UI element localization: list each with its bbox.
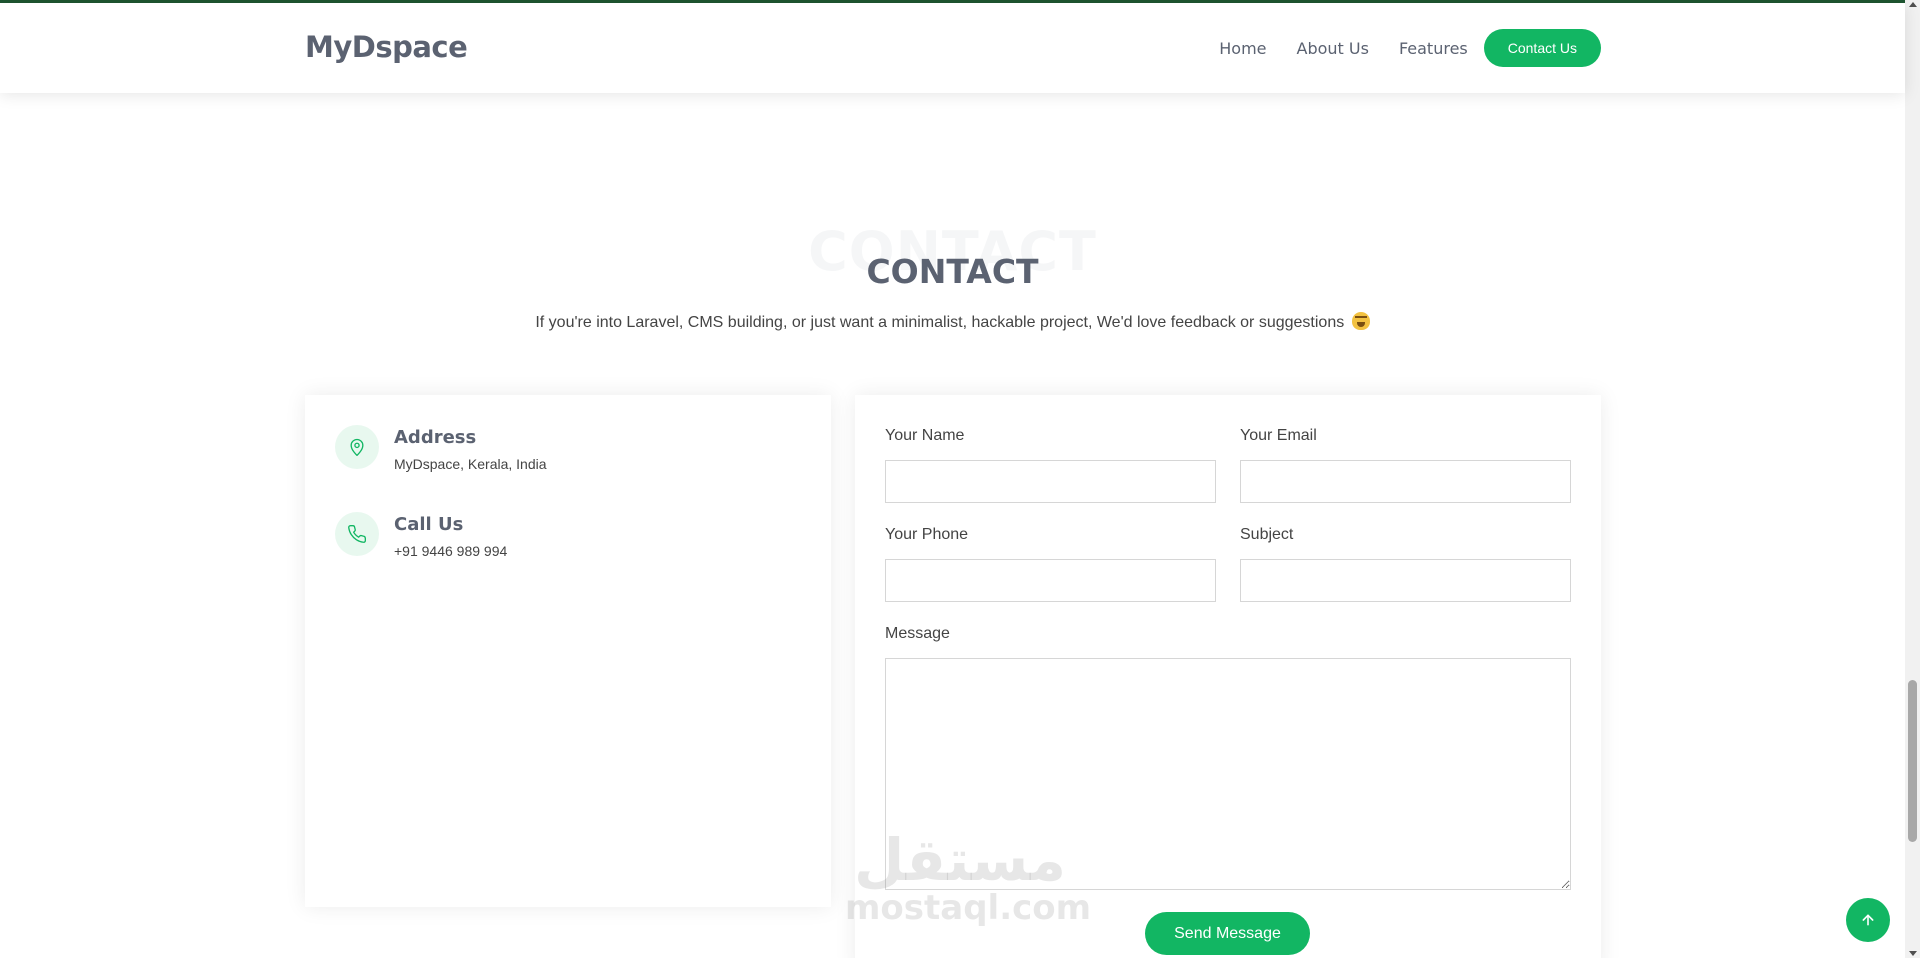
message-textarea[interactable] bbox=[885, 658, 1571, 890]
subject-label: Subject bbox=[1240, 526, 1294, 543]
subject-input[interactable] bbox=[1240, 559, 1571, 602]
email-label: Your Email bbox=[1240, 427, 1317, 444]
section-title-text: CONTACT bbox=[866, 252, 1039, 291]
contact-us-button[interactable]: Contact Us bbox=[1483, 29, 1601, 67]
scroll-down-arrow-icon[interactable] bbox=[1909, 951, 1917, 956]
nav-link-features[interactable]: Features bbox=[1399, 39, 1468, 58]
send-message-button[interactable]: Send Message bbox=[1145, 912, 1310, 955]
scroll-up-arrow-icon[interactable] bbox=[1909, 2, 1917, 7]
call-info: Call Us +91 9446 989 994 bbox=[335, 512, 507, 559]
site-header: MyDspace Home About Us Features Contact … bbox=[0, 3, 1905, 93]
nav-link-home[interactable]: Home bbox=[1219, 39, 1266, 58]
name-field: Your Name bbox=[885, 427, 1216, 503]
site-logo[interactable]: MyDspace bbox=[305, 30, 468, 64]
hugging-face-emoji-icon bbox=[1351, 312, 1370, 330]
message-label: Message bbox=[885, 625, 950, 642]
section-subtitle-text: If you're into Laravel, CMS building, or… bbox=[535, 314, 1345, 331]
section-subtitle: If you're into Laravel, CMS building, or… bbox=[0, 312, 1905, 332]
arrow-up-icon bbox=[1862, 914, 1874, 926]
phone-field: Your Phone bbox=[885, 526, 1216, 602]
contact-form: Your Name Your Email Your Phone Subject … bbox=[855, 395, 1601, 958]
address-info: Address MyDspace, Kerala, India bbox=[335, 425, 547, 472]
email-input[interactable] bbox=[1240, 460, 1571, 503]
scrollbar-thumb[interactable] bbox=[1908, 680, 1917, 842]
address-title: Address bbox=[394, 427, 477, 448]
name-label: Your Name bbox=[885, 427, 965, 444]
back-to-top-button[interactable] bbox=[1846, 898, 1890, 942]
phone-input[interactable] bbox=[885, 559, 1216, 602]
email-field: Your Email bbox=[1240, 427, 1571, 503]
nav-link-about-us[interactable]: About Us bbox=[1297, 39, 1369, 58]
message-field: Message bbox=[885, 625, 1571, 890]
contact-info-card: Address MyDspace, Kerala, India Call Us … bbox=[305, 395, 831, 907]
main-nav: Home About Us Features Contact Us bbox=[1219, 29, 1601, 67]
map-pin-icon bbox=[335, 425, 379, 469]
page-scrollbar[interactable] bbox=[1905, 0, 1920, 958]
phone-label: Your Phone bbox=[885, 526, 969, 543]
name-input[interactable] bbox=[885, 460, 1216, 503]
subject-field: Subject bbox=[1240, 526, 1571, 602]
phone-icon bbox=[335, 512, 379, 556]
call-title: Call Us bbox=[394, 514, 464, 535]
call-value: +91 9446 989 994 bbox=[394, 543, 508, 559]
address-value: MyDspace, Kerala, India bbox=[394, 456, 547, 472]
